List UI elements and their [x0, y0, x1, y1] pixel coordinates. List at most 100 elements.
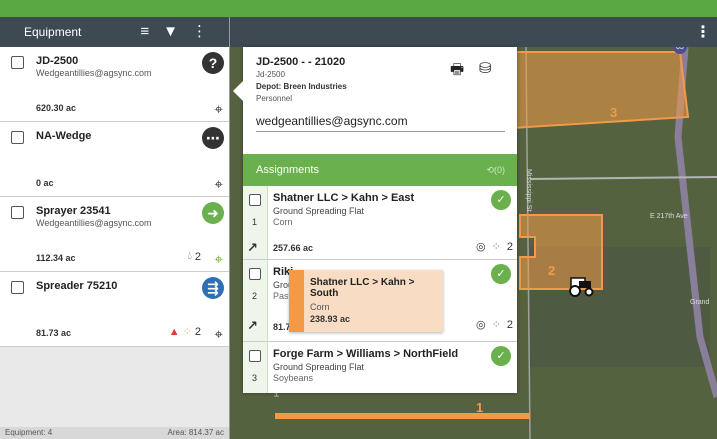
open-link-icon[interactable]: ↗ — [247, 240, 258, 256]
assignments-header: Assignments ⟲(0) — [243, 154, 517, 186]
checkbox[interactable] — [249, 194, 261, 206]
drop-icon: 💧︎ — [187, 250, 192, 262]
dots-icon: ⁘ — [491, 241, 501, 253]
tractor-icon[interactable] — [567, 275, 595, 297]
open-link-icon[interactable]: ↗ — [247, 318, 258, 334]
tooltip-crop: Corn — [310, 302, 330, 312]
field-3-polygon — [494, 51, 690, 131]
checkbox[interactable] — [11, 206, 24, 219]
equipment-name: JD-2500 — [36, 55, 79, 67]
equipment-email: Wedgeantillies@agsync.com — [36, 218, 152, 228]
assignment-operation: Ground Spreading Flat — [273, 362, 365, 372]
equipment-email: Wedgeantillies@agsync.com — [36, 68, 152, 78]
assignment-count: 2 — [506, 318, 513, 331]
equipment-extras: 💧︎ 2 — [187, 250, 201, 263]
panel-pointer — [233, 81, 243, 101]
map-menu-icon[interactable]: ⋮ — [695, 24, 711, 42]
checkbox[interactable] — [249, 350, 261, 362]
equipment-name: Sprayer 23541 — [36, 205, 111, 217]
target-icon: ◎ — [476, 319, 486, 331]
equipment-area: 0 ac — [36, 178, 54, 188]
equipment-area: 620.30 ac — [36, 103, 77, 113]
assignment-index: 2 — [252, 291, 258, 301]
assignment-crop: Soybeans — [273, 373, 314, 383]
target-icon: ◎ — [476, 241, 486, 253]
field-1-polygon — [275, 413, 530, 419]
assignment-crop: Corn — [273, 217, 293, 227]
detail-depot: Depot: Breen Industries — [256, 82, 347, 91]
equipment-name: NA-Wedge — [36, 130, 92, 142]
calendar-check-icon[interactable]: ✓ — [491, 264, 511, 284]
equipment-item[interactable]: Spreader 75210 81.73 ac ⇶ ▲ ⁘ 2 ⌖ — [0, 272, 229, 347]
map-header — [230, 17, 717, 47]
locate-icon[interactable]: ⌖ — [215, 176, 223, 193]
tooltip-area: 238.93 ac — [310, 314, 351, 324]
assignment-meta: ◎ ⁘ 2 — [476, 240, 513, 254]
print-icon[interactable]: 🖶︎ — [450, 59, 464, 84]
footer-area: Area: 814.37 ac — [167, 428, 224, 437]
bin-icon[interactable]: ⛁ — [479, 59, 492, 77]
calendar-check-icon[interactable]: ✓ — [491, 190, 511, 210]
field-label-2: 2 — [548, 263, 556, 278]
field-label-3: 3 — [610, 105, 618, 120]
assignments-label: Assignments — [256, 164, 319, 176]
extra-count: 2 — [194, 250, 201, 263]
assignment-meta: ◎ ⁘ 2 — [476, 318, 513, 332]
spreader-icon: ⇶ — [202, 277, 224, 299]
road-label-e217: E 217th Ave — [650, 213, 688, 220]
assignment-item[interactable]: 3 Forge Farm > Williams > NorthField Gro… — [243, 342, 517, 393]
locate-icon[interactable]: ⌖ — [215, 101, 223, 118]
detail-title: JD-2500 - - 21020 — [256, 56, 346, 68]
warning-icon: ▲ — [168, 325, 180, 338]
assignment-operation: Ground Spreading Flat — [273, 206, 365, 216]
sidebar-header: Equipment ≡ ▼ ⋮ — [0, 17, 229, 47]
equipment-sidebar: Equipment ≡ ▼ ⋮ JD-2500 Wedgeantillies@a… — [0, 17, 230, 439]
assignment-index: 3 — [252, 373, 258, 383]
sort-icon[interactable]: ≡ — [140, 23, 149, 41]
question-icon: ? — [202, 52, 224, 74]
assignment-count: 2 — [506, 240, 513, 253]
checkbox[interactable] — [11, 56, 24, 69]
extra-count: 2 — [194, 325, 201, 338]
calendar-check-icon[interactable]: ✓ — [491, 346, 511, 366]
divider — [256, 131, 505, 132]
assignment-area: 257.66 ac — [273, 243, 314, 253]
equipment-item[interactable]: Sprayer 23541 Wedgeantillies@agsync.com … — [0, 197, 229, 272]
assignment-title: Forge Farm > Williams > NorthField — [273, 348, 459, 360]
arrow-right-icon: ➜ — [202, 202, 224, 224]
field-tooltip: Shatner LLC > Kahn > South Corn 238.93 a… — [289, 270, 443, 332]
sidebar-footer: Equipment: 4 Area: 814.37 ac — [0, 427, 229, 439]
equipment-name: Spreader 75210 — [36, 280, 118, 292]
checkbox[interactable] — [249, 268, 261, 280]
equipment-area: 81.73 ac — [36, 328, 72, 338]
sidebar-title: Equipment — [24, 25, 82, 39]
assignment-index: 1 — [252, 217, 258, 227]
ellipsis-icon: ⋯ — [202, 127, 224, 149]
equipment-extras: ▲ ⁘ 2 — [168, 325, 201, 339]
field-label-1: 1 — [476, 400, 484, 415]
dots-icon: ⁘ — [491, 319, 501, 331]
tooltip-title: Shatner LLC > Kahn > South — [310, 277, 415, 299]
road-label-mississippi: Mississippi St — [525, 169, 532, 212]
assignments-count: ⟲(0) — [486, 165, 505, 175]
detail-model: Jd-2500 — [256, 70, 285, 79]
equipment-item[interactable]: NA-Wedge 0 ac ⋯ ⌖ — [0, 122, 229, 197]
locate-icon[interactable]: ⌖ — [215, 326, 223, 343]
filter-icon[interactable]: ▼ — [163, 23, 178, 41]
more-menu-icon[interactable]: ⋮ — [192, 23, 207, 41]
assignment-title: Shatner LLC > Kahn > East — [273, 192, 415, 204]
footer-count: Equipment: 4 — [5, 428, 53, 437]
checkbox[interactable] — [11, 131, 24, 144]
locate-icon[interactable]: ⌖ — [215, 251, 223, 268]
assignment-area: 81.7 — [273, 322, 291, 332]
dots-icon: ⁘ — [182, 326, 192, 338]
checkbox[interactable] — [11, 281, 24, 294]
app-top-bar — [0, 0, 717, 17]
equipment-item[interactable]: JD-2500 Wedgeantillies@agsync.com 620.30… — [0, 47, 229, 122]
detail-email: wedgeantillies@agsync.com — [256, 114, 408, 128]
equipment-detail-panel: JD-2500 - - 21020 Jd-2500 Depot: Breen I… — [233, 47, 517, 393]
equipment-area: 112.34 ac — [36, 253, 76, 263]
road-label-grand: Grand — [690, 299, 710, 306]
assignment-item[interactable]: 1 ↗ Shatner LLC > Kahn > East Ground Spr… — [243, 186, 517, 260]
detail-personnel-label: Personnel — [256, 94, 293, 103]
